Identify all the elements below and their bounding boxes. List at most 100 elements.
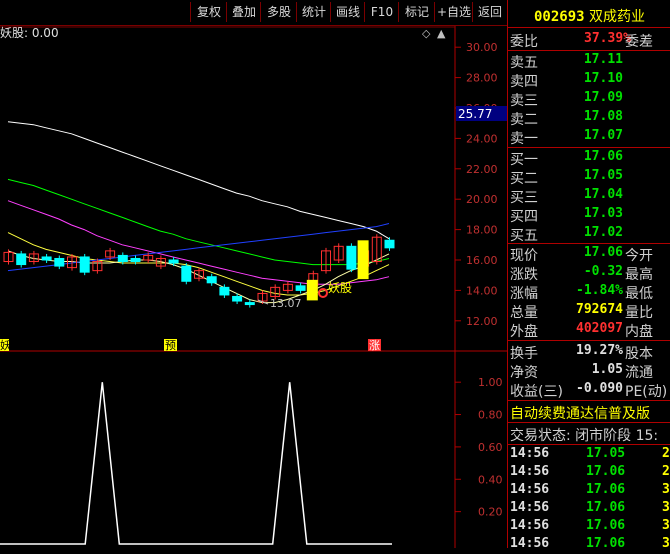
fund-row-1-label2: 流通	[625, 365, 653, 381]
indicator-label: 妖股: 0.00	[0, 26, 59, 40]
stat-row-4-value: 402097	[576, 321, 623, 336]
tick-row[interactable]: 14:56 17.06 3	[508, 518, 670, 536]
candle	[206, 276, 217, 284]
fund-row-1[interactable]: 净资 1.05 流通	[508, 362, 670, 381]
stock-header: 002693 双成药业	[508, 6, 670, 26]
bottom-marker-1: 预	[165, 339, 176, 352]
stat-row-1-label2: 最高	[625, 267, 653, 283]
ask-level-2[interactable]: 卖二 17.08	[508, 109, 670, 128]
multi-stock-button[interactable]: 多股	[260, 2, 297, 22]
price-tick-label: 20.00	[466, 193, 498, 206]
ma-line-5	[7, 223, 390, 272]
price-tick-label: 30.00	[466, 41, 498, 54]
triangle-up-icon[interactable]: ▲	[437, 27, 446, 40]
fund-row-0-label2: 股本	[625, 346, 653, 362]
bid-level-3-label: 买三	[510, 190, 538, 206]
tick-row[interactable]: 14:56 17.05 2	[508, 446, 670, 464]
ask-level-1-label: 卖一	[510, 131, 538, 147]
tick-time: 14:56	[510, 464, 550, 479]
add-favorite-button[interactable]: +自选	[434, 2, 473, 22]
ask-level-4-value: 17.10	[583, 71, 623, 86]
ask-level-3[interactable]: 卖三 17.09	[508, 90, 670, 109]
fund-row-1-value: 1.05	[591, 362, 623, 377]
sub-indicator-line	[0, 382, 392, 545]
bid-level-4-label: 买四	[510, 209, 538, 225]
ask-level-4[interactable]: 卖四 17.10	[508, 71, 670, 90]
ma-line-0	[7, 121, 390, 240]
ask-level-5-value: 17.11	[583, 52, 623, 67]
signal-label: 妖股	[328, 281, 352, 295]
price-tick-label: 24.00	[466, 132, 498, 145]
tick-row[interactable]: 14:56 17.06 3	[508, 500, 670, 518]
back-button[interactable]: 返回	[472, 2, 508, 22]
fund-row-2-value: -0.090	[576, 381, 623, 396]
signal-marker	[318, 288, 328, 298]
tick-price: 17.06	[586, 482, 626, 497]
stat-row-1-label: 涨跌	[510, 267, 538, 283]
weibi-value: 37.39%	[584, 31, 631, 46]
tick-price: 17.05	[586, 446, 626, 461]
price-axis: 30.0028.0026.0024.0022.0020.0018.0016.00…	[455, 41, 498, 328]
tick-time: 14:56	[510, 536, 550, 551]
stat-row-4[interactable]: 外盘 402097 内盘	[508, 321, 670, 340]
signal-candle	[306, 279, 318, 301]
kline-chart[interactable]: 妖股: 0.00 ◇ ▲ 30.0028.0026.0024.0022.0020…	[0, 26, 507, 548]
ask-level-5[interactable]: 卖五 17.11	[508, 52, 670, 71]
fund-row-0[interactable]: 换手 19.27% 股本	[508, 343, 670, 362]
candle	[79, 256, 90, 273]
candle	[219, 286, 230, 296]
tick-row[interactable]: 14:56 17.06 3	[508, 536, 670, 554]
bid-level-1-value: 17.06	[583, 149, 623, 164]
bid-level-4[interactable]: 买四 17.03	[508, 206, 670, 225]
mark-button[interactable]: 标记	[398, 2, 435, 22]
candle	[244, 302, 255, 306]
bid-level-2[interactable]: 买二 17.05	[508, 168, 670, 187]
price-tick-label: 22.00	[466, 163, 498, 176]
fund-row-2[interactable]: 收益(三) -0.090 PE(动)	[508, 381, 670, 400]
tick-row[interactable]: 14:56 17.06 3	[508, 482, 670, 500]
stat-row-3[interactable]: 总量 792674 量比	[508, 302, 670, 321]
ask-level-1[interactable]: 卖一 17.07	[508, 128, 670, 147]
tick-time: 14:56	[510, 500, 550, 515]
bid-level-1[interactable]: 买一 17.06	[508, 149, 670, 168]
ask-level-2-label: 卖二	[510, 112, 538, 128]
bid-level-3[interactable]: 买三 17.04	[508, 187, 670, 206]
bid-level-5[interactable]: 买五 17.02	[508, 225, 670, 244]
statistics-button[interactable]: 统计	[296, 2, 331, 22]
stat-row-1[interactable]: 涨跌 -0.32 最高	[508, 264, 670, 283]
price-tick-label: 16.00	[466, 254, 498, 267]
low-price-label: 13.07	[270, 297, 302, 310]
fund-row-0-label: 换手	[510, 346, 538, 362]
tick-price: 17.06	[586, 518, 626, 533]
tick-vol: 2	[662, 464, 670, 479]
overlay-button[interactable]: 叠加	[226, 2, 261, 22]
stat-row-0-value: 17.06	[583, 245, 623, 260]
quote-panel: 002693 双成药业 委比 37.39% 委差 自动续费通达信普及版 交易状态…	[507, 0, 670, 551]
stat-row-3-label: 总量	[510, 305, 538, 321]
f10-button[interactable]: F10	[364, 2, 399, 22]
stat-row-0[interactable]: 现价 17.06 今开	[508, 245, 670, 264]
divider	[508, 444, 670, 445]
candle	[168, 259, 179, 264]
ask-level-2-value: 17.08	[583, 109, 623, 124]
sub-tick-label: 0.60	[478, 441, 503, 454]
candle	[130, 257, 141, 263]
bid-level-4-value: 17.03	[583, 206, 623, 221]
sub-indicator-axis: 1.00 0.80 0.60 0.40 0.20	[455, 376, 503, 519]
draw-line-button[interactable]: 画线	[330, 2, 365, 22]
stat-row-2-value: -1.84%	[576, 283, 623, 298]
notice-banner[interactable]: 自动续费通达信普及版	[510, 403, 650, 423]
stat-row-2[interactable]: 涨幅 -1.84% 最低	[508, 283, 670, 302]
divider	[508, 27, 670, 28]
tick-vol: 3	[662, 518, 670, 533]
diamond-icon[interactable]: ◇	[422, 27, 431, 40]
bottom-marker-2: 涨	[369, 339, 380, 352]
sub-tick-label: 0.20	[478, 506, 503, 519]
candle	[181, 265, 192, 282]
tick-row[interactable]: 14:56 17.06 2	[508, 464, 670, 482]
fuquan-button[interactable]: 复权	[190, 2, 227, 22]
candle	[295, 285, 306, 291]
divider	[508, 422, 670, 423]
weibi-label: 委比	[510, 34, 538, 50]
bid-level-2-value: 17.05	[583, 168, 623, 183]
